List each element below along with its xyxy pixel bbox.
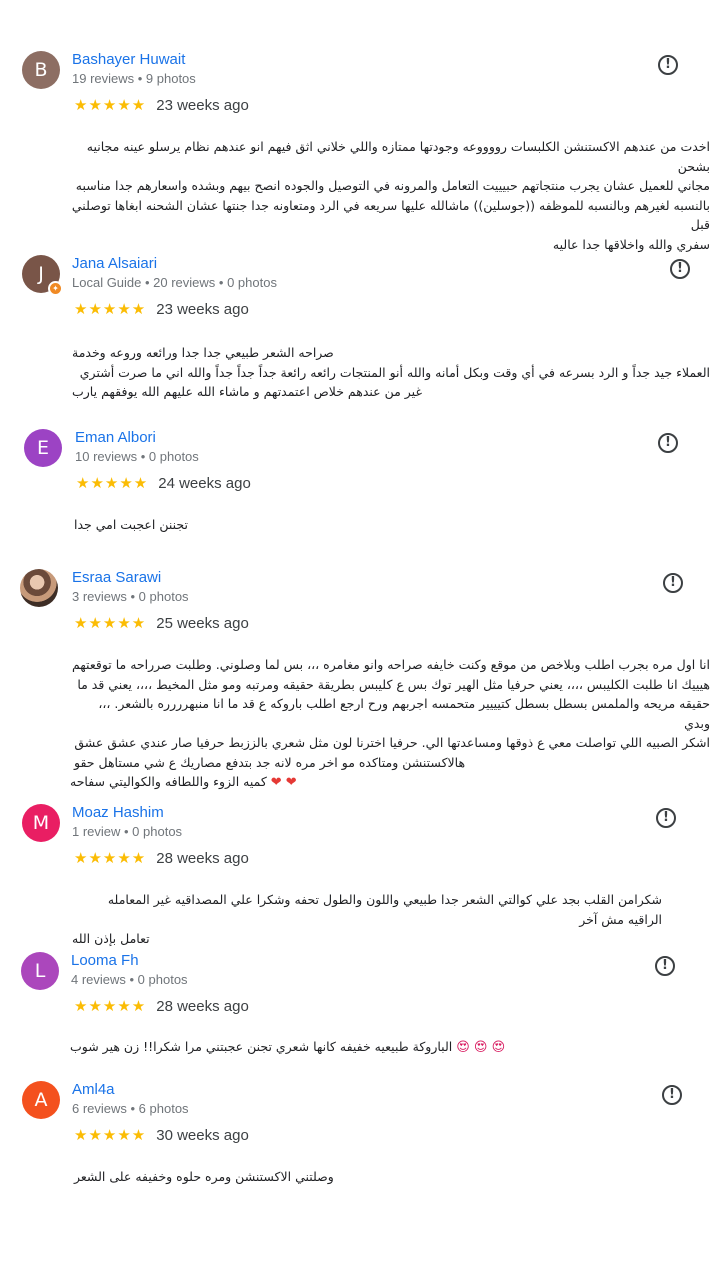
rating-row: ★★★★★ 28 weeks ago <box>74 849 249 867</box>
review-text-line: بالنسبه لغيرهم وبالنسبه للموظفه ((جوسلين… <box>71 197 710 233</box>
review-time: 28 weeks ago <box>156 997 249 1015</box>
reviewer-name[interactable]: Eman Albori <box>75 429 156 446</box>
review-text-line: غير من عندهم خلاص اعتمدتهم و ماشاء الله … <box>72 384 422 399</box>
rating-row: ★★★★★ 25 weeks ago <box>74 614 249 632</box>
avatar[interactable]: B <box>22 51 60 89</box>
reviewer-meta: 4 reviews • 0 photos <box>71 972 188 987</box>
review-text-line: هيييك انا طلبت الكليبس ،،،، يعني حرفيا م… <box>77 676 710 692</box>
review-text-line: مجاني للعميل عشان يجرب منتجاتهم حبيييت ا… <box>75 178 710 193</box>
review-text-line: انا اول مره بجرب اطلب وبلاخص من موقع وكن… <box>71 657 710 672</box>
review-text: تجننن اعجبت امي جدا <box>70 515 710 535</box>
rating-row: ★★★★★ 23 weeks ago <box>74 96 249 114</box>
report-icon[interactable]: ! <box>656 808 676 828</box>
reviewer-name[interactable]: Moaz Hashim <box>72 804 164 821</box>
report-icon[interactable]: ! <box>663 573 683 593</box>
review-text: وصلتني الاكستنشن ومره حلوه وخفيفه على ال… <box>70 1167 710 1187</box>
avatar[interactable] <box>20 569 58 607</box>
review-time: 24 weeks ago <box>158 474 251 492</box>
avatar[interactable]: J ✦ <box>22 255 63 296</box>
review-text-segment: الباروكة طبيعيه خفيفه كانها شعري تجنن عج… <box>70 1039 453 1054</box>
reviewer-name[interactable]: Jana Alsaiari <box>72 255 157 272</box>
heart-emoji-icon: ❤ ❤ <box>270 775 297 790</box>
review-time: 28 weeks ago <box>156 849 249 867</box>
avatar[interactable]: E <box>24 429 62 467</box>
star-rating: ★★★★★ <box>74 1126 147 1144</box>
avatar-letter: J <box>38 263 44 285</box>
review-text-line: حقيقه مريحه والملمس بسطل بسطل كتيييير مت… <box>98 696 710 731</box>
review-text-segment: كميه الزوء واللطافه والكواليتي سفاحه <box>70 774 267 789</box>
review-text: شكرامن القلب بجد علي كوالتي الشعر جدا طب… <box>70 890 662 949</box>
review-text-line: 😍 😍 😍 الباروكة طبيعيه خفيفه كانها شعري ت… <box>70 1037 710 1058</box>
review-time: 30 weeks ago <box>156 1126 249 1144</box>
avatar[interactable]: L <box>21 952 59 990</box>
rating-row: ★★★★★ 24 weeks ago <box>76 474 251 492</box>
review-text-line: العملاء جيد جداً و الرد بسرعه في أي وقت … <box>79 364 710 380</box>
local-guide-badge-icon: ✦ <box>48 281 63 296</box>
review-text-line: اشكر الصبيه اللي تواصلت معي ع ذوقها ومسا… <box>74 735 710 750</box>
review-text-line: اخدت من عندهم الاكستنشن الكلبسات رووووعه… <box>86 139 710 174</box>
review-text: 😍 😍 😍 الباروكة طبيعيه خفيفه كانها شعري ت… <box>70 1037 710 1058</box>
review-text-line: شكرامن القلب بجد علي كوالتي الشعر جدا طب… <box>107 892 662 927</box>
review-text-line: سفري والله واخلاقها جدا عاليه <box>552 236 710 252</box>
reviewer-meta: 19 reviews • 9 photos <box>72 71 196 86</box>
review-text-line: هالاكستنشن ومتاكده مو اخر مره لانه جد بت… <box>74 754 466 770</box>
reviewer-meta: 1 review • 0 photos <box>72 824 183 839</box>
rating-row: ★★★★★ 28 weeks ago <box>74 997 249 1015</box>
reviewer-meta: 10 reviews • 0 photos <box>75 449 199 464</box>
review-text-line: تجننن اعجبت امي جدا <box>74 517 188 532</box>
reviewer-meta: 3 reviews • 0 photos <box>72 589 189 604</box>
report-icon[interactable]: ! <box>655 956 675 976</box>
reviewer-name[interactable]: Bashayer Huwait <box>72 51 185 68</box>
review-time: 23 weeks ago <box>156 300 249 318</box>
report-icon[interactable]: ! <box>662 1085 682 1105</box>
review-text-line: تعامل بإذن الله <box>72 931 150 946</box>
review-text-line: ❤ ❤ كميه الزوء واللطافه والكواليتي سفاحه <box>70 772 710 793</box>
report-icon[interactable]: ! <box>670 259 690 279</box>
reviewer-name[interactable]: Esraa Sarawi <box>72 569 161 586</box>
report-icon[interactable]: ! <box>658 55 678 75</box>
review-text-line: وصلتني الاكستنشن ومره حلوه وخفيفه على ال… <box>74 1169 334 1184</box>
reviewer-name[interactable]: Aml4a <box>72 1081 115 1098</box>
review-text-line: صراحه الشعر طبيعي جدا جدا ورائعه وروعه و… <box>72 345 334 360</box>
star-rating: ★★★★★ <box>74 997 147 1015</box>
star-rating: ★★★★★ <box>74 300 147 318</box>
star-rating: ★★★★★ <box>76 474 149 492</box>
review-text: اخدت من عندهم الاكستنشن الكلبسات رووووعه… <box>70 137 710 254</box>
review-time: 25 weeks ago <box>156 614 249 632</box>
star-rating: ★★★★★ <box>74 96 147 114</box>
review-time: 23 weeks ago <box>156 96 249 114</box>
reviewer-name[interactable]: Looma Fh <box>71 952 139 969</box>
reviews-page: B Bashayer Huwait 19 reviews • 9 photos … <box>0 0 720 1280</box>
avatar[interactable]: M <box>22 804 60 842</box>
heart-eyes-emoji-icon: 😍 😍 😍 <box>456 1040 506 1055</box>
avatar[interactable]: A <box>22 1081 60 1119</box>
star-rating: ★★★★★ <box>74 614 147 632</box>
rating-row: ★★★★★ 23 weeks ago <box>74 300 249 318</box>
reviewer-meta: 6 reviews • 6 photos <box>72 1101 189 1116</box>
reviewer-meta: Local Guide • 20 reviews • 0 photos <box>72 275 277 290</box>
review-text: انا اول مره بجرب اطلب وبلاخص من موقع وكن… <box>70 655 710 793</box>
rating-row: ★★★★★ 30 weeks ago <box>74 1126 249 1144</box>
star-rating: ★★★★★ <box>74 849 147 867</box>
review-text: صراحه الشعر طبيعي جدا جدا ورائعه وروعه و… <box>70 343 710 402</box>
report-icon[interactable]: ! <box>658 433 678 453</box>
